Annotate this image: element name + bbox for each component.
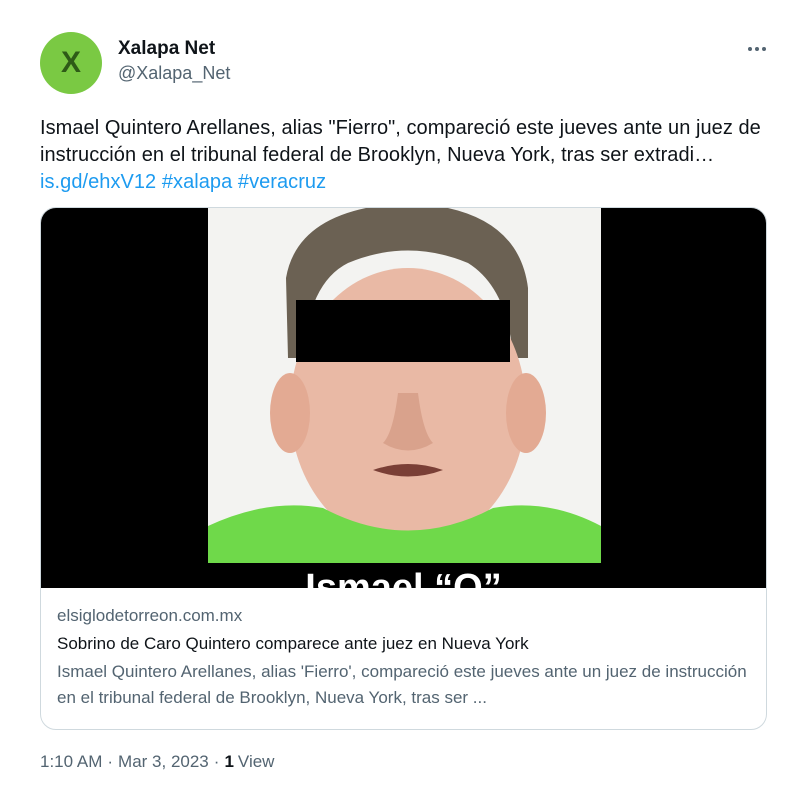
views-count: 1 [224, 752, 234, 771]
card-description: Ismael Quintero Arellanes, alias 'Fierro… [57, 662, 747, 707]
tweet-text: Ismael Quintero Arellanes, alias "Fierro… [40, 115, 770, 196]
card-title: Sobrino de Caro Quintero comparece ante … [57, 634, 529, 653]
views-label: View [237, 752, 275, 771]
mugshot-photo [208, 208, 601, 563]
separator: · [213, 752, 220, 771]
avatar-letter: X [60, 46, 81, 79]
hashtag-xalapa[interactable]: #xalapa [162, 171, 232, 193]
more-icon[interactable] [742, 34, 772, 64]
tweet-time[interactable]: 1:10 AM [40, 752, 102, 772]
image-caption: Ismael “Q” [305, 567, 502, 588]
author-handle[interactable]: @Xalapa_Net [118, 63, 230, 84]
card-meta: elsiglodetorreon.com.mx Sobrino de Caro … [41, 588, 766, 711]
tweet-date[interactable]: Mar 3, 2023 [118, 752, 209, 772]
hashtag-veracruz[interactable]: #veracruz [238, 171, 326, 193]
card-image[interactable]: Ismael “Q” [41, 208, 766, 588]
card-domain: elsiglodetorreon.com.mx [57, 606, 243, 625]
link-card[interactable]: Ismael “Q” elsiglodetorreon.com.mx Sobri… [40, 207, 767, 730]
avatar[interactable]: X [40, 32, 102, 94]
tweet-body: Ismael Quintero Arellanes, alias "Fierro… [40, 117, 761, 166]
tweet-footer: 1:10 AM · Mar 3, 2023 · 1 View [40, 752, 274, 772]
tweet-link[interactable]: is.gd/ehxV12 [40, 171, 156, 193]
tweet: X Xalapa Net @Xalapa_Net Ismael Quintero… [0, 0, 800, 796]
separator: · [107, 752, 114, 771]
author-name[interactable]: Xalapa Net [118, 38, 215, 60]
